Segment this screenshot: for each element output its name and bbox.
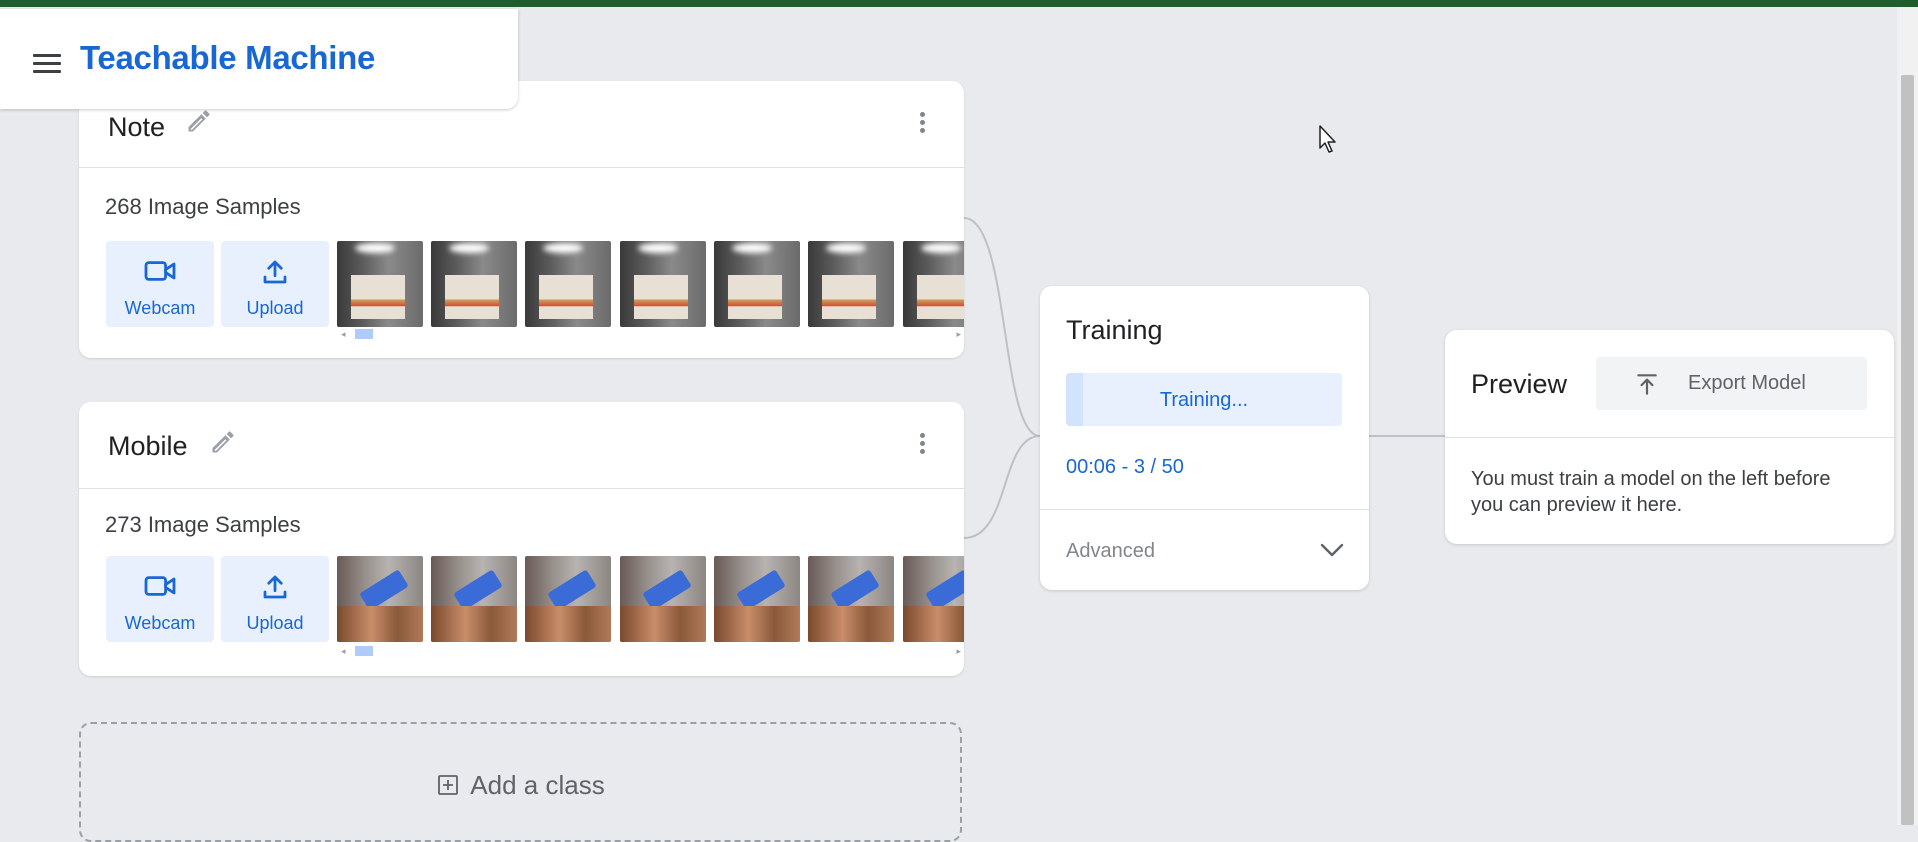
menu-icon[interactable] [33,54,61,74]
webcam-label: Webcam [124,298,196,318]
sample-thumbnail[interactable] [620,241,706,327]
sample-thumbnail[interactable] [808,241,894,327]
page-scrollbar[interactable] [1897,7,1918,825]
thumbnail-scrollbar[interactable]: ◂ ▸ [341,645,961,657]
sample-thumbnail[interactable] [525,241,611,327]
sample-thumbnail[interactable] [337,556,423,642]
thumbnail-scrollbar[interactable]: ◂ ▸ [341,328,961,340]
app-header: Teachable Machine [0,9,518,109]
sample-thumbnail[interactable] [337,241,423,327]
videocam-icon [144,261,176,281]
sample-thumbnail[interactable] [431,556,517,642]
training-status: 00:06 - 3 / 50 [1066,456,1184,478]
scroll-left-icon[interactable]: ◂ [341,645,346,657]
sample-thumbnails[interactable] [337,556,964,642]
upload-button[interactable]: Upload [221,556,329,642]
pencil-icon[interactable] [185,107,213,135]
train-model-button[interactable]: Training... [1066,373,1342,426]
scrollbar-thumb[interactable] [1901,75,1914,825]
class-card-header: Mobile [79,402,964,489]
chevron-down-icon[interactable] [1319,540,1345,560]
samples-count: 268 Image Samples [105,194,301,219]
divider [1445,437,1894,438]
pencil-icon[interactable] [209,428,237,456]
mouse-cursor-icon [1319,125,1336,153]
sample-thumbnail[interactable] [808,556,894,642]
webcam-button[interactable]: Webcam [106,556,214,642]
training-title: Training [1066,315,1163,345]
add-class-button[interactable]: Add a class [79,722,962,842]
class-name[interactable]: Mobile [108,431,188,462]
preview-message: You must train a model on the left befor… [1471,468,1831,516]
export-icon [1637,374,1657,395]
videocam-icon [144,576,176,596]
preview-title: Preview [1471,369,1568,399]
sample-thumbnail[interactable] [431,241,517,327]
add-class-content: Add a class [81,770,960,801]
class-name[interactable]: Note [108,112,165,143]
webcam-label: Webcam [124,613,196,633]
export-model-button[interactable]: Export Model [1596,357,1867,410]
sample-thumbnails[interactable] [337,241,964,327]
sample-thumbnail[interactable] [714,241,800,327]
sample-thumbnail[interactable] [525,556,611,642]
browser-top-strip [0,0,1918,7]
class-card-mobile: Mobile 273 Image Samples Webcam Upload ◂… [79,402,964,676]
advanced-toggle[interactable]: Advanced [1040,509,1369,590]
samples-count: 273 Image Samples [105,512,301,537]
sample-thumbnail[interactable] [714,556,800,642]
add-class-label: Add a class [470,770,605,800]
train-button-label: Training... [1159,389,1249,411]
scroll-left-icon[interactable]: ◂ [341,328,346,340]
class-card-note: Note 268 Image Samples Webcam Upload ◂ ▸ [79,81,964,358]
sample-thumbnail[interactable] [620,556,706,642]
more-vert-icon[interactable] [920,112,926,136]
upload-icon [263,260,287,284]
scrollbar-thumb[interactable] [355,646,373,656]
upload-button[interactable]: Upload [221,241,329,327]
upload-label: Upload [246,613,304,633]
export-model-label: Export Model [1688,372,1806,394]
webcam-button[interactable]: Webcam [106,241,214,327]
scroll-right-icon[interactable]: ▸ [956,328,961,340]
preview-card: Preview Export Model You must train a mo… [1445,330,1894,544]
training-card: Training Training... 00:06 - 3 / 50 Adva… [1040,286,1369,590]
upload-label: Upload [246,298,304,318]
upload-icon [263,575,287,599]
advanced-label: Advanced [1066,540,1155,562]
add-box-icon [438,775,459,795]
scroll-right-icon[interactable]: ▸ [956,645,961,657]
sample-thumbnail[interactable] [903,556,964,642]
app-title[interactable]: Teachable Machine [80,39,375,77]
scrollbar-thumb[interactable] [355,329,373,339]
more-vert-icon[interactable] [920,433,926,457]
sample-thumbnail[interactable] [903,241,964,327]
